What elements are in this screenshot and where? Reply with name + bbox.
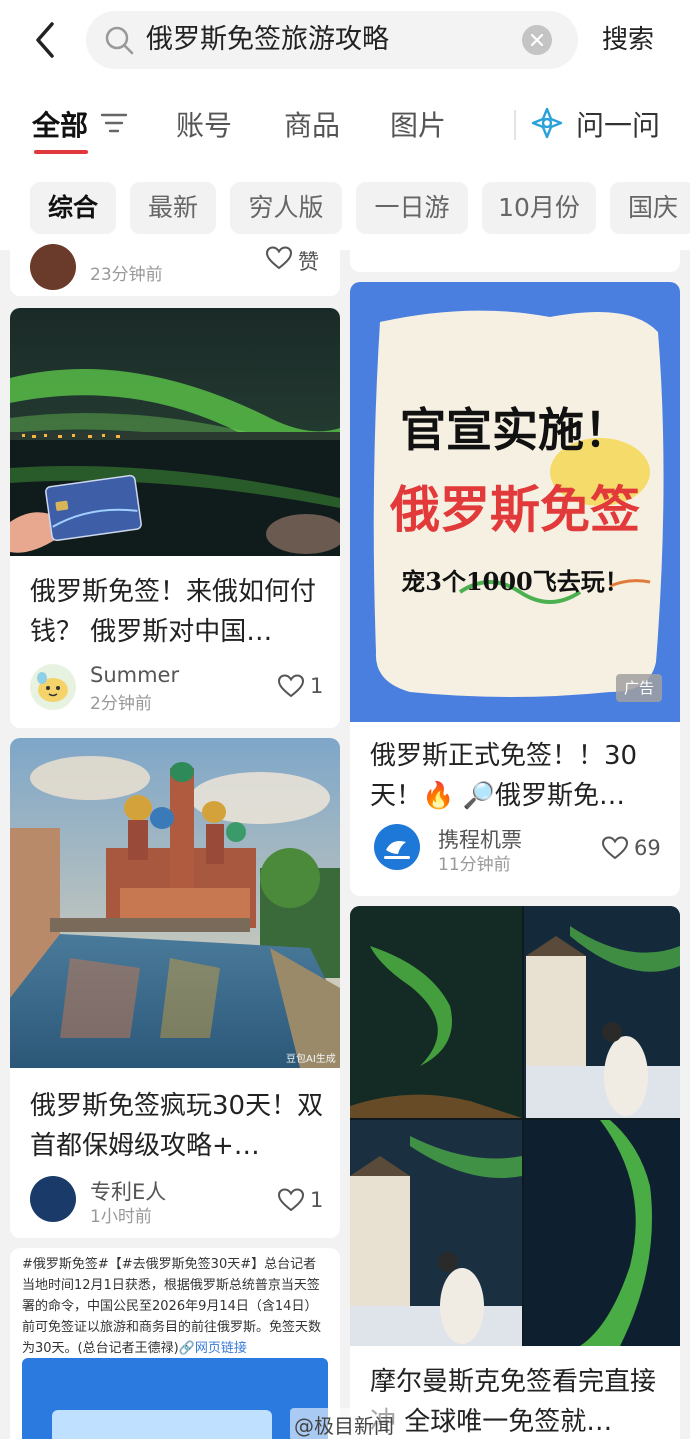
chip-budget[interactable]: 穷人版 [230, 182, 342, 234]
heart-icon[interactable] [266, 246, 292, 270]
search-header: 俄罗斯免签旅游攻略 搜索 [0, 0, 690, 82]
note-title: 摩尔曼斯克免签看完直接冲 全球唯一免签就… [370, 1367, 657, 1437]
note-card-partial[interactable] [350, 240, 680, 272]
chip-day-trip[interactable]: 一日游 [356, 182, 468, 234]
note-title: 俄罗斯免签！来俄如何付钱？ 俄罗斯对中国… [30, 577, 317, 647]
heart-icon[interactable] [602, 836, 628, 860]
filter-icon[interactable] [100, 112, 128, 134]
tab-accounts[interactable]: 账号 [176, 104, 232, 144]
ad-main-text: 俄罗斯免签 [390, 480, 640, 539]
banner-shape [52, 1410, 272, 1439]
avatar [30, 1176, 76, 1222]
aurora-payment-photo [10, 308, 340, 556]
avatar [30, 664, 76, 710]
ai-ask-icon[interactable] [530, 106, 564, 140]
news-text: #俄罗斯免签#【#去俄罗斯免签30天#】总台记者当地时间12月1日获悉，根据俄罗… [22, 1257, 322, 1356]
note-card[interactable]: 摩尔曼斯克免签看完直接冲 全球唯一免签就… [350, 906, 680, 1439]
cartoon-avatar-icon [37, 672, 68, 702]
result-tabs: 全部 账号 商品 图片 问一问 [0, 82, 690, 170]
tab-divider [514, 110, 516, 140]
ad-headline: 官宣实施！ [400, 403, 630, 457]
author-name[interactable]: Summer [90, 663, 179, 687]
heart-icon[interactable] [278, 674, 304, 698]
like-count: 1 [310, 1188, 324, 1212]
web-link[interactable]: 🔗网页链接 [179, 1341, 247, 1356]
tab-images[interactable]: 图片 [390, 104, 446, 144]
post-time: 23分钟前 [90, 265, 163, 285]
search-input[interactable]: 俄罗斯免签旅游攻略 [86, 11, 578, 69]
back-button[interactable] [30, 20, 60, 60]
chevron-left-icon [36, 22, 54, 58]
avatar [374, 824, 420, 870]
ai-watermark: 豆包AI生成 [286, 1054, 336, 1065]
tab-products[interactable]: 商品 [284, 104, 340, 144]
heart-icon[interactable] [278, 1188, 304, 1212]
tab-ask[interactable]: 问一问 [576, 104, 660, 144]
note-card-partial[interactable]: 23分钟前 赞 [10, 240, 340, 296]
note-card[interactable]: 俄罗斯免签！来俄如何付钱？ 俄罗斯对中国… Summer 2分钟前 1 [10, 308, 340, 728]
search-query: 俄罗斯免签旅游攻略 [146, 24, 389, 55]
search-button[interactable]: 搜索 [602, 0, 654, 80]
post-time: 2分钟前 [90, 694, 152, 714]
chip-latest[interactable]: 最新 [130, 182, 216, 234]
aurora-collage-image [350, 906, 680, 1346]
ad-badge: 广告 [616, 674, 662, 702]
chip-october[interactable]: 10月份 [482, 182, 596, 234]
note-title: 俄罗斯正式免签！！30天！🔥 🔎俄罗斯免… [370, 741, 638, 811]
note-card[interactable]: 豆包AI生成 俄罗斯免签疯玩30天！双首都保姆级攻略+… 专利E人 1小时前 1 [10, 738, 340, 1238]
post-time: 1小时前 [90, 1207, 152, 1227]
chip-comprehensive[interactable]: 综合 [30, 182, 116, 234]
chip-national-day[interactable]: 国庆 [610, 182, 690, 234]
filter-chips: 综合 最新 穷人版 一日游 10月份 国庆 [0, 170, 690, 250]
like-count: 1 [310, 674, 324, 698]
weibo-watermark: @极目新闻 [290, 1408, 398, 1439]
active-tab-indicator [34, 150, 88, 154]
post-time: 11分钟前 [438, 855, 511, 875]
like-label: 赞 [298, 250, 319, 274]
church-painting-image [10, 738, 340, 1068]
avatar [30, 244, 76, 290]
ctrip-logo-icon [384, 841, 410, 859]
news-banner-image [22, 1358, 328, 1439]
note-title: 俄罗斯免签疯玩30天！双首都保姆级攻略+… [30, 1091, 324, 1161]
close-icon [531, 34, 543, 46]
like-count: 69 [634, 836, 661, 860]
search-icon [105, 26, 134, 55]
tab-all[interactable]: 全部 [32, 104, 88, 144]
ad-subtext: 宠3个1000飞去玩！ [401, 567, 629, 596]
clear-search-button[interactable] [522, 25, 552, 55]
ad-card[interactable]: 官宣实施！ 俄罗斯免签 宠3个1000飞去玩！ 广告 俄罗斯正式免签！！30天！… [350, 282, 680, 896]
